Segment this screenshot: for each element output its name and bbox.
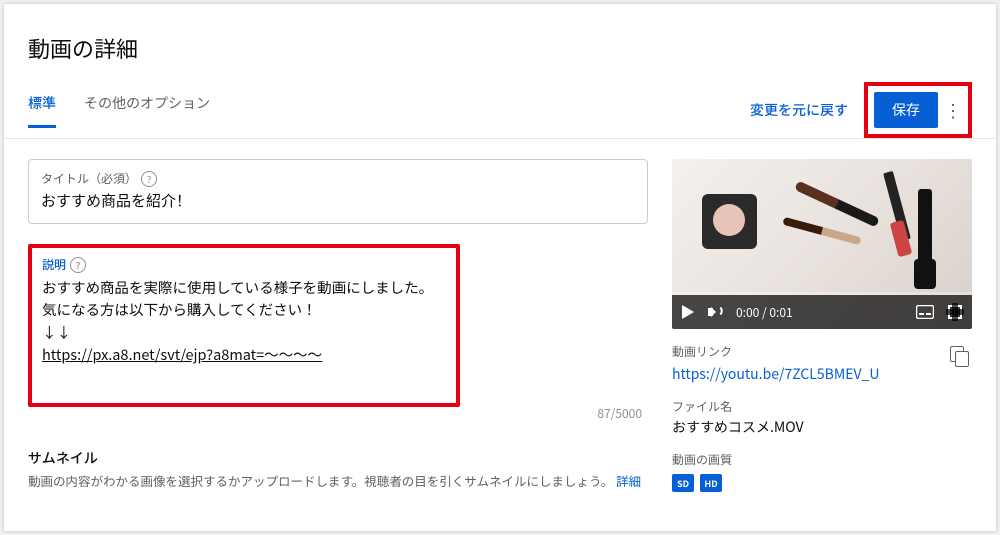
video-quality-badges: SD HD <box>672 474 972 492</box>
thumbnail-section: サムネイル 動画の内容がわかる画像を選択するかアップロードします。視聴者の目を引… <box>28 448 648 491</box>
title-label-text: タイトル（必須） <box>41 170 137 187</box>
description-label-text: 説明 <box>42 256 66 273</box>
sd-badge: SD <box>672 474 694 492</box>
header-actions: 変更を元に戻す 保存 ⋮ <box>750 82 972 138</box>
description-link[interactable]: https://px.a8.net/svt/ejp?a8mat=～～～～ <box>42 344 322 365</box>
tab-other-options[interactable]: その他のオプション <box>84 93 210 128</box>
title-field[interactable]: タイトル（必須） ? <box>28 159 648 224</box>
video-player-controls: 0:00 / 0:01 <box>672 295 972 329</box>
file-name-label: ファイル名 <box>672 398 972 415</box>
thumbnail-desc-text: 動画の内容がわかる画像を選択するかアップロードします。視聴者の目を引くサムネイル… <box>28 471 613 490</box>
description-line: ↓↓ <box>42 322 446 344</box>
description-textarea[interactable]: おすすめ商品を実際に使用している様子を動画にしました。 気になる方は以下から購入… <box>42 277 446 397</box>
copy-icon[interactable] <box>950 346 972 368</box>
video-link[interactable]: https://youtu.be/7ZCL5BMEV_U <box>672 364 879 384</box>
description-label: 説明 ? <box>42 256 446 273</box>
video-quality-label: 動画の画質 <box>672 451 972 468</box>
thumbnail-title: サムネイル <box>28 448 648 468</box>
video-link-label: 動画リンク <box>672 343 879 360</box>
volume-icon[interactable] <box>708 305 722 319</box>
tab-standard[interactable]: 標準 <box>28 93 56 128</box>
help-icon[interactable]: ? <box>70 257 86 273</box>
save-highlight-box: 保存 ⋮ <box>864 82 972 138</box>
title-input[interactable] <box>41 192 635 209</box>
page-title: 動画の詳細 <box>28 32 972 64</box>
file-name: おすすめコスメ.MOV <box>672 417 972 437</box>
thumbnail-more-link[interactable]: 詳細 <box>616 471 641 490</box>
description-field[interactable]: 説明 ? おすすめ商品を実際に使用している様子を動画にしました。 気になる方は以… <box>28 244 460 407</box>
thumbnail-description: 動画の内容がわかる画像を選択するかアップロードします。視聴者の目を引くサムネイル… <box>28 472 648 491</box>
description-line: 気になる方は以下から購入してください！ <box>42 299 446 321</box>
revert-button[interactable]: 変更を元に戻す <box>750 100 848 120</box>
tabs: 標準 その他のオプション <box>28 93 210 128</box>
header: 動画の詳細 標準 その他のオプション 変更を元に戻す 保存 ⋮ <box>4 4 996 138</box>
video-time: 0:00 / 0:01 <box>736 304 793 321</box>
description-line: おすすめ商品を実際に使用している様子を動画にしました。 <box>42 277 446 299</box>
subtitles-icon[interactable] <box>916 305 934 319</box>
play-icon[interactable] <box>682 305 694 319</box>
more-menu-icon[interactable]: ⋮ <box>944 97 962 123</box>
video-preview[interactable]: 0:00 / 0:01 <box>672 159 972 329</box>
description-counter: 87/5000 <box>597 405 642 422</box>
hd-badge: HD <box>700 474 722 492</box>
help-icon[interactable]: ? <box>141 171 157 187</box>
fullscreen-icon[interactable] <box>948 305 962 319</box>
save-button[interactable]: 保存 <box>874 92 938 128</box>
title-label: タイトル（必須） ? <box>41 170 635 187</box>
video-details-page: 動画の詳細 標準 その他のオプション 変更を元に戻す 保存 ⋮ タイトル（必須）… <box>4 4 996 531</box>
